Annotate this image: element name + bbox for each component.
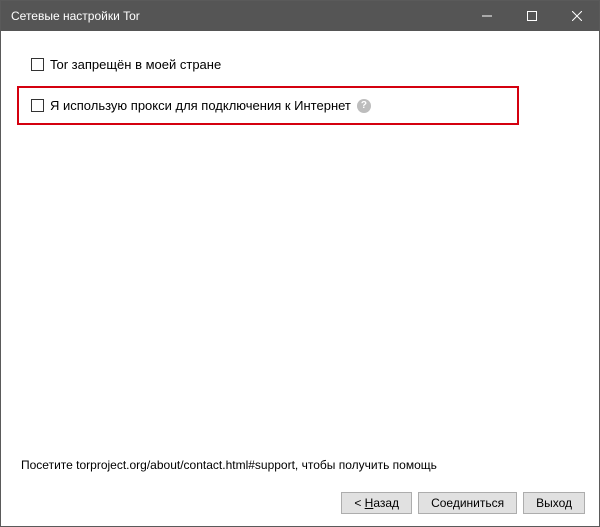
back-button[interactable]: < Назад — [341, 492, 412, 514]
close-button[interactable] — [554, 1, 599, 31]
titlebar: Сетевые настройки Tor — [1, 1, 599, 31]
connect-button[interactable]: Соединиться — [418, 492, 517, 514]
maximize-button[interactable] — [509, 1, 554, 31]
censored-label[interactable]: Tor запрещён в моей стране — [50, 57, 221, 72]
exit-button[interactable]: Выход — [523, 492, 585, 514]
button-row: < Назад Соединиться Выход — [341, 492, 585, 514]
highlight-box: Я использую прокси для подключения к Инт… — [17, 86, 519, 125]
censored-checkbox[interactable] — [31, 58, 44, 71]
option-censored-row: Tor запрещён в моей стране — [31, 57, 579, 72]
proxy-checkbox[interactable] — [31, 99, 44, 112]
minimize-button[interactable] — [464, 1, 509, 31]
window: Сетевые настройки Tor Tor запрещён в мое… — [0, 0, 600, 527]
window-controls — [464, 1, 599, 31]
help-icon[interactable]: ? — [357, 99, 371, 113]
proxy-label[interactable]: Я использую прокси для подключения к Инт… — [50, 98, 351, 113]
window-title: Сетевые настройки Tor — [11, 9, 464, 23]
footer-text: Посетите torproject.org/about/contact.ht… — [21, 458, 579, 472]
content-area: Tor запрещён в моей стране Я использую п… — [1, 31, 599, 526]
option-proxy-row: Я использую прокси для подключения к Инт… — [31, 98, 505, 113]
